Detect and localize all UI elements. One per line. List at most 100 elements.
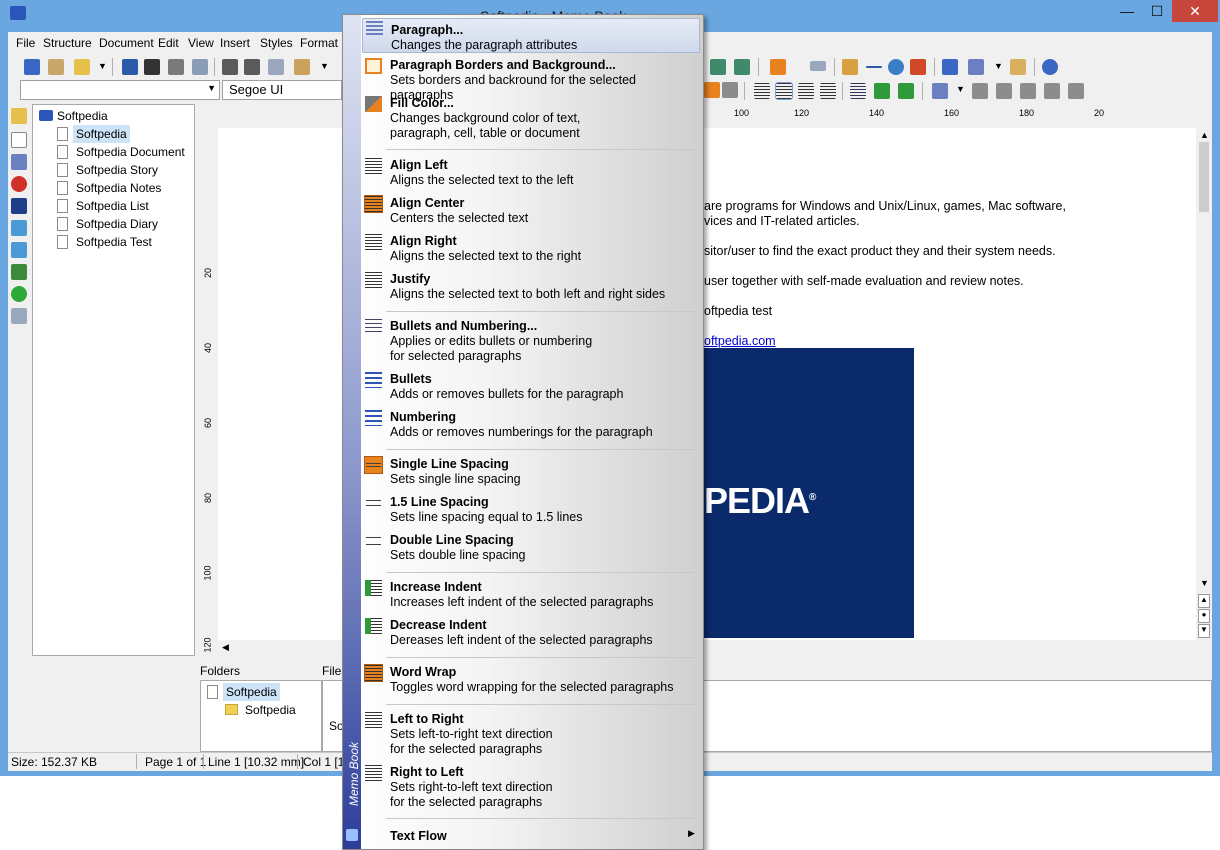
table-dropdown-icon[interactable]: ▼ bbox=[956, 84, 965, 94]
menu-double-line-spacing[interactable]: Double Line Spacing Sets double line spa… bbox=[362, 531, 700, 567]
style-combo[interactable]: ▼ bbox=[20, 80, 220, 100]
table-merge-icon[interactable] bbox=[1044, 83, 1060, 99]
horizontal-line-icon[interactable] bbox=[866, 66, 882, 68]
next-page-icon[interactable]: ▼ bbox=[1198, 624, 1210, 638]
bullets-tool-icon[interactable] bbox=[850, 83, 866, 99]
menu-one-half-line-spacing[interactable]: 1.5 Line Spacing Sets line spacing equal… bbox=[362, 493, 700, 529]
spell-check-icon[interactable] bbox=[942, 59, 958, 75]
clipboard-icon[interactable] bbox=[1010, 59, 1026, 75]
menu-word-wrap[interactable]: Word Wrap Toggles word wrapping for the … bbox=[362, 663, 700, 699]
menu-increase-indent[interactable]: Increase Indent Increases left indent of… bbox=[362, 578, 700, 614]
menu-document[interactable]: Document bbox=[99, 36, 154, 50]
hyperlink-icon[interactable] bbox=[888, 59, 904, 75]
fit-page-icon[interactable] bbox=[734, 59, 750, 75]
field-icon[interactable] bbox=[810, 61, 826, 71]
menu-align-left[interactable]: Align Left Aligns the selected text to t… bbox=[362, 156, 700, 192]
move-up-icon[interactable] bbox=[11, 220, 27, 236]
decrease-indent-icon bbox=[365, 618, 382, 634]
outdent-tool-icon[interactable] bbox=[898, 83, 914, 99]
open-folder-icon[interactable] bbox=[74, 59, 90, 75]
justify-tool-icon[interactable] bbox=[820, 83, 836, 99]
dropdown-arrow-icon[interactable]: ▼ bbox=[98, 61, 107, 71]
font-combo[interactable]: Segoe UI bbox=[222, 80, 342, 100]
undo-icon[interactable] bbox=[222, 59, 238, 75]
close-button[interactable]: ✕ bbox=[1172, 0, 1218, 22]
menu-bullets[interactable]: Bullets Adds or removes bullets for the … bbox=[362, 370, 700, 406]
folders-label: Folders bbox=[200, 664, 241, 678]
menu-fill-color[interactable]: Fill Color... Changes background color o… bbox=[362, 94, 700, 146]
minimize-button[interactable]: — bbox=[1112, 0, 1142, 22]
menu-text-flow[interactable]: Text Flow ▶ bbox=[362, 824, 700, 848]
vertical-ruler[interactable]: 20 40 60 80 100 120 bbox=[200, 128, 218, 656]
copy-icon[interactable] bbox=[268, 59, 284, 75]
properties-icon[interactable] bbox=[11, 308, 27, 324]
align-center-tool-icon[interactable] bbox=[775, 82, 793, 100]
scroll-up-icon[interactable]: ▲ bbox=[1200, 130, 1209, 140]
frame-icon[interactable] bbox=[770, 59, 786, 75]
table-split-icon[interactable] bbox=[1068, 83, 1084, 99]
menu-item-desc: Aligns the selected text to the left bbox=[390, 173, 574, 187]
memo-book-icon[interactable] bbox=[24, 59, 40, 75]
scroll-thumb[interactable] bbox=[1199, 142, 1209, 212]
delete-icon[interactable] bbox=[11, 176, 27, 192]
align-right-tool-icon[interactable] bbox=[798, 83, 814, 99]
user-icon[interactable] bbox=[48, 59, 64, 75]
rename-icon[interactable] bbox=[11, 154, 27, 170]
save-all-icon[interactable] bbox=[144, 59, 160, 75]
menu-paragraph[interactable]: Paragraph... Changes the paragraph attri… bbox=[362, 18, 700, 53]
spell-dropdown-icon[interactable]: ▼ bbox=[994, 61, 1003, 71]
auto-spell-icon[interactable] bbox=[968, 59, 984, 75]
menu-align-center[interactable]: Align Center Centers the selected text bbox=[362, 194, 700, 230]
status-size: Size: 152.37 KB bbox=[11, 755, 98, 769]
fill-color-tool-icon[interactable] bbox=[704, 82, 720, 98]
page-setup-icon[interactable] bbox=[710, 59, 726, 75]
menu-bullets-numbering[interactable]: Bullets and Numbering... Applies or edit… bbox=[362, 317, 700, 369]
menu-left-to-right[interactable]: Left to Right Sets left-to-right text di… bbox=[362, 710, 700, 762]
menu-single-line-spacing[interactable]: Single Line Spacing Sets single line spa… bbox=[362, 455, 700, 491]
document-icon bbox=[57, 235, 68, 249]
redo-icon[interactable] bbox=[244, 59, 260, 75]
browse-object-icon[interactable]: ● bbox=[1198, 609, 1210, 623]
justify-icon bbox=[365, 272, 382, 288]
vertical-scrollbar[interactable]: ▲ ▼ ▲ ● ▼ bbox=[1196, 128, 1212, 640]
export-icon[interactable] bbox=[11, 264, 27, 280]
maximize-button[interactable]: ☐ bbox=[1142, 0, 1172, 22]
menu-insert[interactable]: Insert bbox=[220, 36, 250, 50]
menu-justify[interactable]: Justify Aligns the selected text to both… bbox=[362, 270, 700, 306]
indent-tool-icon[interactable] bbox=[874, 83, 890, 99]
save-icon[interactable] bbox=[122, 59, 138, 75]
paste-icon[interactable] bbox=[294, 59, 310, 75]
insert-image-icon[interactable] bbox=[842, 59, 858, 75]
menu-format[interactable]: Format bbox=[300, 36, 338, 50]
menu-numbering[interactable]: Numbering Adds or removes numberings for… bbox=[362, 408, 700, 444]
table-insert-row-icon[interactable] bbox=[972, 83, 988, 99]
prev-page-icon[interactable]: ▲ bbox=[1198, 594, 1210, 608]
move-down-icon[interactable] bbox=[11, 242, 27, 258]
menu-paragraph-borders[interactable]: Paragraph Borders and Background... Sets… bbox=[362, 56, 700, 102]
menu-structure[interactable]: Structure bbox=[43, 36, 92, 50]
menu-view[interactable]: View bbox=[188, 36, 214, 50]
align-left-tool-icon[interactable] bbox=[754, 83, 770, 99]
paste-dropdown-icon[interactable]: ▼ bbox=[320, 61, 329, 71]
menu-styles[interactable]: Styles bbox=[260, 36, 293, 50]
new-document-icon[interactable] bbox=[11, 132, 27, 148]
table-icon[interactable] bbox=[932, 83, 948, 99]
scroll-left-icon[interactable]: ◀ bbox=[222, 642, 229, 653]
table-insert-col-icon[interactable] bbox=[996, 83, 1012, 99]
add-icon[interactable] bbox=[11, 286, 27, 302]
print-icon[interactable] bbox=[168, 59, 184, 75]
menu-align-right[interactable]: Align Right Aligns the selected text to … bbox=[362, 232, 700, 268]
new-folder-icon[interactable] bbox=[11, 108, 27, 124]
brush-icon[interactable] bbox=[722, 82, 738, 98]
menu-right-to-left[interactable]: Right to Left Sets right-to-left text di… bbox=[362, 763, 700, 815]
menu-file[interactable]: File bbox=[16, 36, 35, 50]
scroll-down-icon[interactable]: ▼ bbox=[1200, 578, 1209, 588]
menu-edit[interactable]: Edit bbox=[158, 36, 179, 50]
remove-link-icon[interactable] bbox=[910, 59, 926, 75]
document-link[interactable]: oftpedia.com bbox=[704, 334, 776, 348]
menu-decrease-indent[interactable]: Decrease Indent Dereases left indent of … bbox=[362, 616, 700, 652]
print-preview-icon[interactable] bbox=[192, 59, 208, 75]
find-icon[interactable] bbox=[11, 198, 27, 214]
help-icon[interactable] bbox=[1042, 59, 1058, 75]
table-delete-col-icon[interactable] bbox=[1020, 83, 1036, 99]
